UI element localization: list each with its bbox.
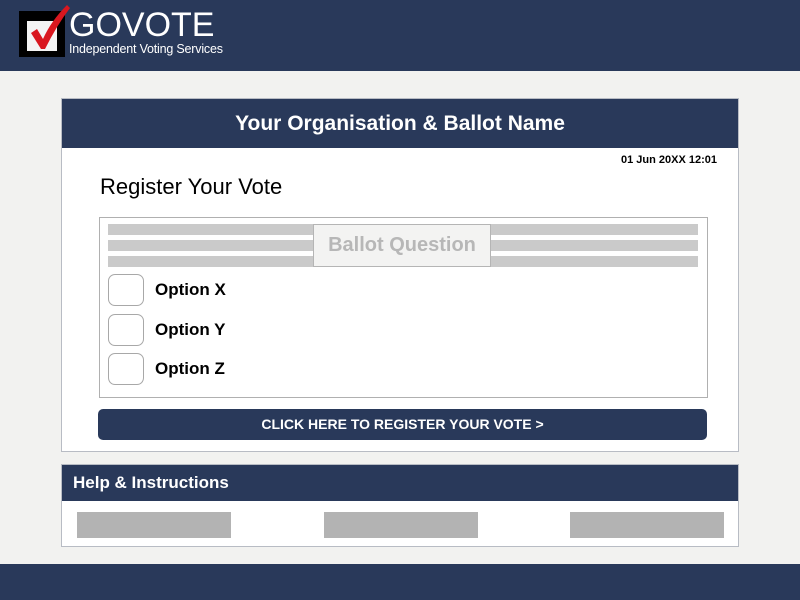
- option-y[interactable]: Option Y: [108, 314, 226, 346]
- timestamp: 01 Jun 20XX 12:01: [620, 154, 717, 166]
- logo-title: GOVOTE: [69, 6, 215, 44]
- register-vote-button[interactable]: CLICK HERE TO REGISTER YOUR VOTE >: [98, 409, 707, 440]
- option-x-checkbox[interactable]: [108, 274, 144, 306]
- ballot-question-label: Ballot Question: [313, 224, 491, 267]
- option-y-checkbox[interactable]: [108, 314, 144, 346]
- option-z-checkbox[interactable]: [108, 353, 144, 385]
- option-z[interactable]: Option Z: [108, 353, 225, 385]
- help-link-2[interactable]: [324, 512, 478, 538]
- top-bar: GOVOTE Independent Voting Services: [0, 0, 800, 71]
- option-label: Option Z: [155, 359, 225, 378]
- option-label: Option Y: [155, 320, 226, 339]
- option-x[interactable]: Option X: [108, 274, 226, 306]
- help-link-3[interactable]: [570, 512, 724, 538]
- ballot-panel: Your Organisation & Ballot Name 01 Jun 2…: [61, 98, 739, 452]
- help-link-1[interactable]: [77, 512, 231, 538]
- ballot-question-box: Ballot Question Option X Option Y Option…: [99, 217, 708, 398]
- red-checkmark-icon: [31, 5, 70, 49]
- govote-logo[interactable]: GOVOTE Independent Voting Services: [19, 5, 223, 60]
- option-label: Option X: [155, 280, 226, 299]
- checkbox-logo-icon: [19, 5, 70, 57]
- help-panel: Help & Instructions: [61, 464, 739, 547]
- help-title: Help & Instructions: [62, 465, 738, 501]
- logo-subtitle: Independent Voting Services: [69, 42, 223, 56]
- footer-bar: [0, 564, 800, 600]
- logo-text: GOVOTE Independent Voting Services: [69, 6, 223, 57]
- register-vote-heading: Register Your Vote: [100, 174, 283, 199]
- ballot-title: Your Organisation & Ballot Name: [62, 99, 738, 148]
